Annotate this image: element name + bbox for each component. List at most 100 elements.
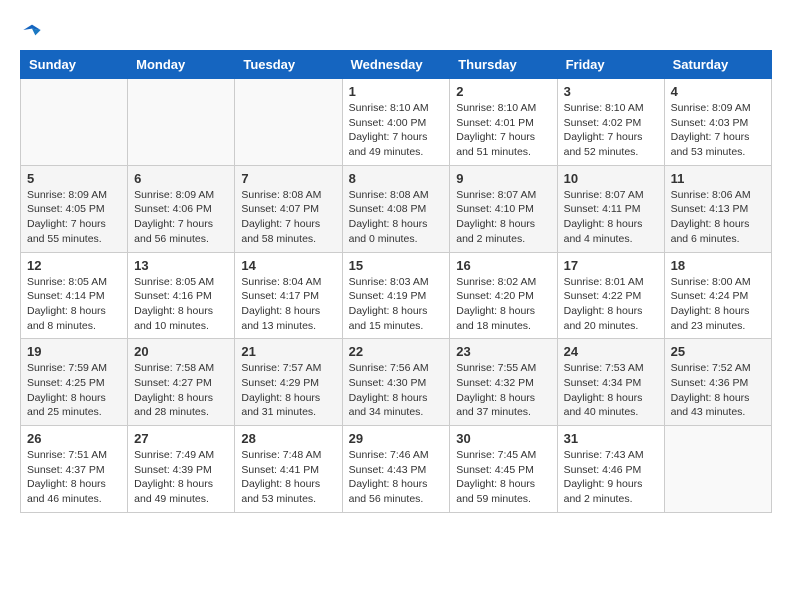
day-info: Sunrise: 8:10 AM Sunset: 4:01 PM Dayligh… <box>456 101 550 160</box>
day-number: 21 <box>241 344 335 359</box>
calendar-cell: 18 Sunrise: 8:00 AM Sunset: 4:24 PM Dayli… <box>664 252 771 339</box>
calendar-cell: 4 Sunrise: 8:09 AM Sunset: 4:03 PM Daylig… <box>664 79 771 166</box>
day-number: 5 <box>27 171 121 186</box>
day-info: Sunrise: 8:04 AM Sunset: 4:17 PM Dayligh… <box>241 275 335 334</box>
day-of-week-header: Friday <box>557 51 664 79</box>
day-number: 15 <box>349 258 444 273</box>
day-info: Sunrise: 8:01 AM Sunset: 4:22 PM Dayligh… <box>564 275 658 334</box>
day-number: 29 <box>349 431 444 446</box>
calendar-cell: 19 Sunrise: 7:59 AM Sunset: 4:25 PM Dayli… <box>21 339 128 426</box>
day-info: Sunrise: 7:45 AM Sunset: 4:45 PM Dayligh… <box>456 448 550 507</box>
day-number: 9 <box>456 171 550 186</box>
calendar-cell <box>664 426 771 513</box>
day-number: 31 <box>564 431 658 446</box>
day-info: Sunrise: 8:05 AM Sunset: 4:16 PM Dayligh… <box>134 275 228 334</box>
day-info: Sunrise: 8:03 AM Sunset: 4:19 PM Dayligh… <box>349 275 444 334</box>
calendar-cell: 22Sunrise: 7:56 AM Sunset: 4:30 PM Dayli… <box>342 339 450 426</box>
calendar-week-row: 1 Sunrise: 8:10 AM Sunset: 4:00 PM Daylig… <box>21 79 772 166</box>
day-number: 28 <box>241 431 335 446</box>
calendar-table: SundayMondayTuesdayWednesdayThursdayFrid… <box>20 50 772 513</box>
calendar-week-row: 26 Sunrise: 7:51 AM Sunset: 4:37 PM Dayli… <box>21 426 772 513</box>
day-number: 4 <box>671 84 765 99</box>
calendar-cell: 23Sunrise: 7:55 AM Sunset: 4:32 PM Dayli… <box>450 339 557 426</box>
day-number: 19 <box>27 344 121 359</box>
calendar-header-row: SundayMondayTuesdayWednesdayThursdayFrid… <box>21 51 772 79</box>
calendar-cell: 12 Sunrise: 8:05 AM Sunset: 4:14 PM Dayli… <box>21 252 128 339</box>
calendar-cell: 3Sunrise: 8:10 AM Sunset: 4:02 PM Daylig… <box>557 79 664 166</box>
day-number: 22 <box>349 344 444 359</box>
calendar-cell: 30 Sunrise: 7:45 AM Sunset: 4:45 PM Dayli… <box>450 426 557 513</box>
day-info: Sunrise: 7:46 AM Sunset: 4:43 PM Dayligh… <box>349 448 444 507</box>
day-number: 8 <box>349 171 444 186</box>
day-number: 10 <box>564 171 658 186</box>
calendar-cell: 8 Sunrise: 8:08 AM Sunset: 4:08 PM Daylig… <box>342 165 450 252</box>
day-info: Sunrise: 7:43 AM Sunset: 4:46 PM Dayligh… <box>564 448 658 507</box>
page-header <box>20 20 772 40</box>
day-number: 25 <box>671 344 765 359</box>
calendar-cell: 6 Sunrise: 8:09 AM Sunset: 4:06 PM Daylig… <box>128 165 235 252</box>
day-of-week-header: Saturday <box>664 51 771 79</box>
day-number: 17 <box>564 258 658 273</box>
calendar-cell: 9 Sunrise: 8:07 AM Sunset: 4:10 PM Daylig… <box>450 165 557 252</box>
calendar-cell: 31 Sunrise: 7:43 AM Sunset: 4:46 PM Dayli… <box>557 426 664 513</box>
calendar-cell: 11 Sunrise: 8:06 AM Sunset: 4:13 PM Dayli… <box>664 165 771 252</box>
calendar-cell: 7 Sunrise: 8:08 AM Sunset: 4:07 PM Daylig… <box>235 165 342 252</box>
day-number: 11 <box>671 171 765 186</box>
day-number: 30 <box>456 431 550 446</box>
calendar-cell: 16Sunrise: 8:02 AM Sunset: 4:20 PM Dayli… <box>450 252 557 339</box>
calendar-cell: 15 Sunrise: 8:03 AM Sunset: 4:19 PM Dayli… <box>342 252 450 339</box>
day-number: 20 <box>134 344 228 359</box>
calendar-week-row: 19 Sunrise: 7:59 AM Sunset: 4:25 PM Dayli… <box>21 339 772 426</box>
day-info: Sunrise: 7:52 AM Sunset: 4:36 PM Dayligh… <box>671 361 765 420</box>
day-number: 24 <box>564 344 658 359</box>
day-info: Sunrise: 7:49 AM Sunset: 4:39 PM Dayligh… <box>134 448 228 507</box>
calendar-cell: 13 Sunrise: 8:05 AM Sunset: 4:16 PM Dayli… <box>128 252 235 339</box>
day-number: 7 <box>241 171 335 186</box>
day-info: Sunrise: 8:10 AM Sunset: 4:00 PM Dayligh… <box>349 101 444 160</box>
day-info: Sunrise: 7:48 AM Sunset: 4:41 PM Dayligh… <box>241 448 335 507</box>
calendar-cell: 20 Sunrise: 7:58 AM Sunset: 4:27 PM Dayli… <box>128 339 235 426</box>
day-info: Sunrise: 7:53 AM Sunset: 4:34 PM Dayligh… <box>564 361 658 420</box>
calendar-cell: 1 Sunrise: 8:10 AM Sunset: 4:00 PM Daylig… <box>342 79 450 166</box>
day-info: Sunrise: 8:06 AM Sunset: 4:13 PM Dayligh… <box>671 188 765 247</box>
calendar-cell: 28 Sunrise: 7:48 AM Sunset: 4:41 PM Dayli… <box>235 426 342 513</box>
calendar-week-row: 5 Sunrise: 8:09 AM Sunset: 4:05 PM Daylig… <box>21 165 772 252</box>
calendar-cell: 24 Sunrise: 7:53 AM Sunset: 4:34 PM Dayli… <box>557 339 664 426</box>
day-info: Sunrise: 8:05 AM Sunset: 4:14 PM Dayligh… <box>27 275 121 334</box>
day-info: Sunrise: 8:08 AM Sunset: 4:07 PM Dayligh… <box>241 188 335 247</box>
day-info: Sunrise: 8:00 AM Sunset: 4:24 PM Dayligh… <box>671 275 765 334</box>
day-number: 27 <box>134 431 228 446</box>
calendar-cell: 10 Sunrise: 8:07 AM Sunset: 4:11 PM Dayli… <box>557 165 664 252</box>
day-info: Sunrise: 7:51 AM Sunset: 4:37 PM Dayligh… <box>27 448 121 507</box>
day-number: 26 <box>27 431 121 446</box>
day-number: 3 <box>564 84 658 99</box>
day-of-week-header: Thursday <box>450 51 557 79</box>
calendar-cell: 5 Sunrise: 8:09 AM Sunset: 4:05 PM Daylig… <box>21 165 128 252</box>
calendar-cell: 25 Sunrise: 7:52 AM Sunset: 4:36 PM Dayli… <box>664 339 771 426</box>
day-info: Sunrise: 8:09 AM Sunset: 4:05 PM Dayligh… <box>27 188 121 247</box>
calendar-cell <box>235 79 342 166</box>
day-info: Sunrise: 7:57 AM Sunset: 4:29 PM Dayligh… <box>241 361 335 420</box>
day-number: 18 <box>671 258 765 273</box>
day-info: Sunrise: 8:02 AM Sunset: 4:20 PM Dayligh… <box>456 275 550 334</box>
day-number: 6 <box>134 171 228 186</box>
calendar-cell <box>128 79 235 166</box>
day-info: Sunrise: 8:09 AM Sunset: 4:06 PM Dayligh… <box>134 188 228 247</box>
day-of-week-header: Monday <box>128 51 235 79</box>
logo <box>20 20 42 40</box>
day-info: Sunrise: 8:07 AM Sunset: 4:11 PM Dayligh… <box>564 188 658 247</box>
day-number: 13 <box>134 258 228 273</box>
calendar-cell <box>21 79 128 166</box>
calendar-cell: 21 Sunrise: 7:57 AM Sunset: 4:29 PM Dayli… <box>235 339 342 426</box>
calendar-week-row: 12 Sunrise: 8:05 AM Sunset: 4:14 PM Dayli… <box>21 252 772 339</box>
day-info: Sunrise: 8:09 AM Sunset: 4:03 PM Dayligh… <box>671 101 765 160</box>
day-info: Sunrise: 7:58 AM Sunset: 4:27 PM Dayligh… <box>134 361 228 420</box>
calendar-cell: 26 Sunrise: 7:51 AM Sunset: 4:37 PM Dayli… <box>21 426 128 513</box>
day-info: Sunrise: 8:08 AM Sunset: 4:08 PM Dayligh… <box>349 188 444 247</box>
day-info: Sunrise: 7:59 AM Sunset: 4:25 PM Dayligh… <box>27 361 121 420</box>
day-number: 12 <box>27 258 121 273</box>
calendar-cell: 29 Sunrise: 7:46 AM Sunset: 4:43 PM Dayli… <box>342 426 450 513</box>
day-info: Sunrise: 8:07 AM Sunset: 4:10 PM Dayligh… <box>456 188 550 247</box>
calendar-cell: 2Sunrise: 8:10 AM Sunset: 4:01 PM Daylig… <box>450 79 557 166</box>
day-number: 1 <box>349 84 444 99</box>
